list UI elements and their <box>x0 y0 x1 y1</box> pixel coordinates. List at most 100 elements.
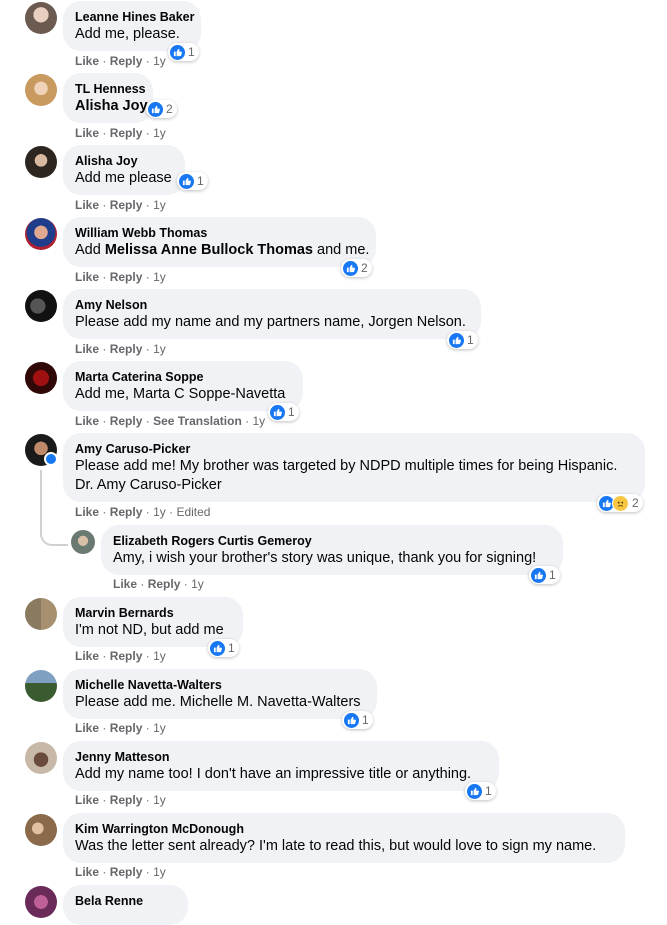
commenter-name[interactable]: Amy Nelson <box>75 297 469 313</box>
see-translation-link[interactable]: See Translation <box>153 414 242 428</box>
timestamp[interactable]: 1y <box>153 505 166 519</box>
commenter-name[interactable]: Amy Caruso-Picker <box>75 441 633 457</box>
commenter-name[interactable]: TL Henness <box>75 81 146 97</box>
reply-link[interactable]: Reply <box>110 793 143 807</box>
comment-actions: Like · Reply · 1y <box>75 53 166 69</box>
reaction-count[interactable]: 1 <box>529 566 560 584</box>
reply-link[interactable]: Reply <box>110 54 143 68</box>
sad-face-icon <box>612 494 629 512</box>
reaction-number: 1 <box>362 713 369 727</box>
reply-link[interactable]: Reply <box>110 865 143 879</box>
avatar[interactable] <box>25 886 57 918</box>
like-link[interactable]: Like <box>75 414 99 428</box>
comment-actions: Like · Reply · 1y <box>75 792 166 808</box>
reply-link[interactable]: Reply <box>110 505 143 519</box>
reaction-count[interactable]: 2 <box>341 259 372 277</box>
commenter-name[interactable]: Marta Caterina Soppe <box>75 369 291 385</box>
tagged-name[interactable]: Alisha Joy <box>75 97 148 116</box>
timestamp[interactable]: 1y <box>153 342 166 356</box>
separator: · <box>145 649 150 663</box>
separator: · <box>145 505 150 519</box>
avatar[interactable] <box>25 146 57 178</box>
reply-link[interactable]: Reply <box>110 721 143 735</box>
commenter-name[interactable]: Marvin Bernards <box>75 605 231 621</box>
commenter-name[interactable]: Michelle Navetta-Walters <box>75 677 365 693</box>
separator: · <box>102 342 107 356</box>
commenter-name[interactable]: Elizabeth Rogers Curtis Gemeroy <box>113 533 551 549</box>
reaction-count[interactable]: 2 <box>597 494 643 512</box>
reaction-count[interactable]: 1 <box>168 43 199 61</box>
timestamp[interactable]: 1y <box>191 577 204 591</box>
avatar[interactable] <box>25 74 57 106</box>
reply-link[interactable]: Reply <box>110 342 143 356</box>
timestamp[interactable]: 1y <box>153 865 166 879</box>
like-link[interactable]: Like <box>75 721 99 735</box>
like-link[interactable]: Like <box>75 270 99 284</box>
avatar[interactable] <box>25 598 57 630</box>
timestamp[interactable]: 1y <box>252 414 265 428</box>
edited-label[interactable]: Edited <box>176 505 210 519</box>
avatar[interactable] <box>25 218 57 250</box>
comment-bubble: William Webb Thomas Add Melissa Anne Bul… <box>63 217 376 267</box>
comment-actions: Like · Reply · See Translation · 1y <box>75 413 265 429</box>
comment-text-line: Dr. Amy Caruso-Picker <box>75 477 222 493</box>
reply-link[interactable]: Reply <box>110 270 143 284</box>
reaction-count[interactable]: 1 <box>208 639 239 657</box>
comment-text: Add me, please. <box>75 26 180 42</box>
reply-link[interactable]: Reply <box>110 126 143 140</box>
timestamp[interactable]: 1y <box>153 649 166 663</box>
avatar[interactable] <box>25 670 57 702</box>
avatar[interactable] <box>25 2 57 34</box>
reaction-count[interactable]: 1 <box>342 711 373 729</box>
commenter-name[interactable]: Alisha Joy <box>75 153 173 169</box>
reaction-count[interactable]: 1 <box>447 331 478 349</box>
reaction-count[interactable]: 1 <box>177 172 208 190</box>
comment-bubble: Alisha Joy Add me please <box>63 145 185 195</box>
reaction-count[interactable]: 2 <box>146 100 177 118</box>
reaction-number: 1 <box>188 45 195 59</box>
reply-link[interactable]: Reply <box>148 577 181 591</box>
like-link[interactable]: Like <box>75 793 99 807</box>
timestamp[interactable]: 1y <box>153 198 166 212</box>
separator: · <box>145 54 150 68</box>
avatar[interactable] <box>25 290 57 322</box>
reaction-count[interactable]: 1 <box>268 403 299 421</box>
commenter-name[interactable]: Leanne Hines Baker <box>75 9 195 25</box>
like-link[interactable]: Like <box>75 865 99 879</box>
like-link[interactable]: Like <box>75 649 99 663</box>
commenter-name[interactable]: Jenny Matteson <box>75 749 487 765</box>
comment-text: Please add my name and my partners name,… <box>75 314 466 330</box>
like-link[interactable]: Like <box>75 505 99 519</box>
reaction-count[interactable]: 1 <box>465 782 496 800</box>
timestamp[interactable]: 1y <box>153 793 166 807</box>
timestamp[interactable]: 1y <box>153 270 166 284</box>
comment-text: Add Melissa Anne Bullock Thomas and me. <box>75 241 369 260</box>
comment-text-line: Please add me! My brother was targeted b… <box>75 458 618 474</box>
avatar[interactable] <box>25 742 57 774</box>
timestamp[interactable]: 1y <box>153 126 166 140</box>
timestamp[interactable]: 1y <box>153 721 166 735</box>
like-icon <box>210 640 225 656</box>
avatar[interactable] <box>25 362 57 394</box>
like-link[interactable]: Like <box>113 577 137 591</box>
comment-actions: Like · Reply · 1y · Edited <box>75 504 210 520</box>
like-link[interactable]: Like <box>75 342 99 356</box>
separator: · <box>102 865 107 879</box>
separator: · <box>183 577 188 591</box>
reaction-number: 1 <box>228 641 235 655</box>
avatar[interactable] <box>25 814 57 846</box>
avatar[interactable] <box>71 530 95 554</box>
commenter-name[interactable]: Kim Warrington McDonough <box>75 821 613 837</box>
like-link[interactable]: Like <box>75 198 99 212</box>
comment-bubble: Michelle Navetta-Walters Please add me. … <box>63 669 377 719</box>
timestamp[interactable]: 1y <box>153 54 166 68</box>
like-link[interactable]: Like <box>75 126 99 140</box>
reply-link[interactable]: Reply <box>110 198 143 212</box>
like-link[interactable]: Like <box>75 54 99 68</box>
reply-link[interactable]: Reply <box>110 649 143 663</box>
commenter-name[interactable]: William Webb Thomas <box>75 225 364 241</box>
tagged-name[interactable]: Melissa Anne Bullock Thomas <box>105 242 313 258</box>
comment-actions: Like · Reply · 1y <box>75 341 166 357</box>
separator: · <box>102 198 107 212</box>
reply-link[interactable]: Reply <box>110 414 143 428</box>
